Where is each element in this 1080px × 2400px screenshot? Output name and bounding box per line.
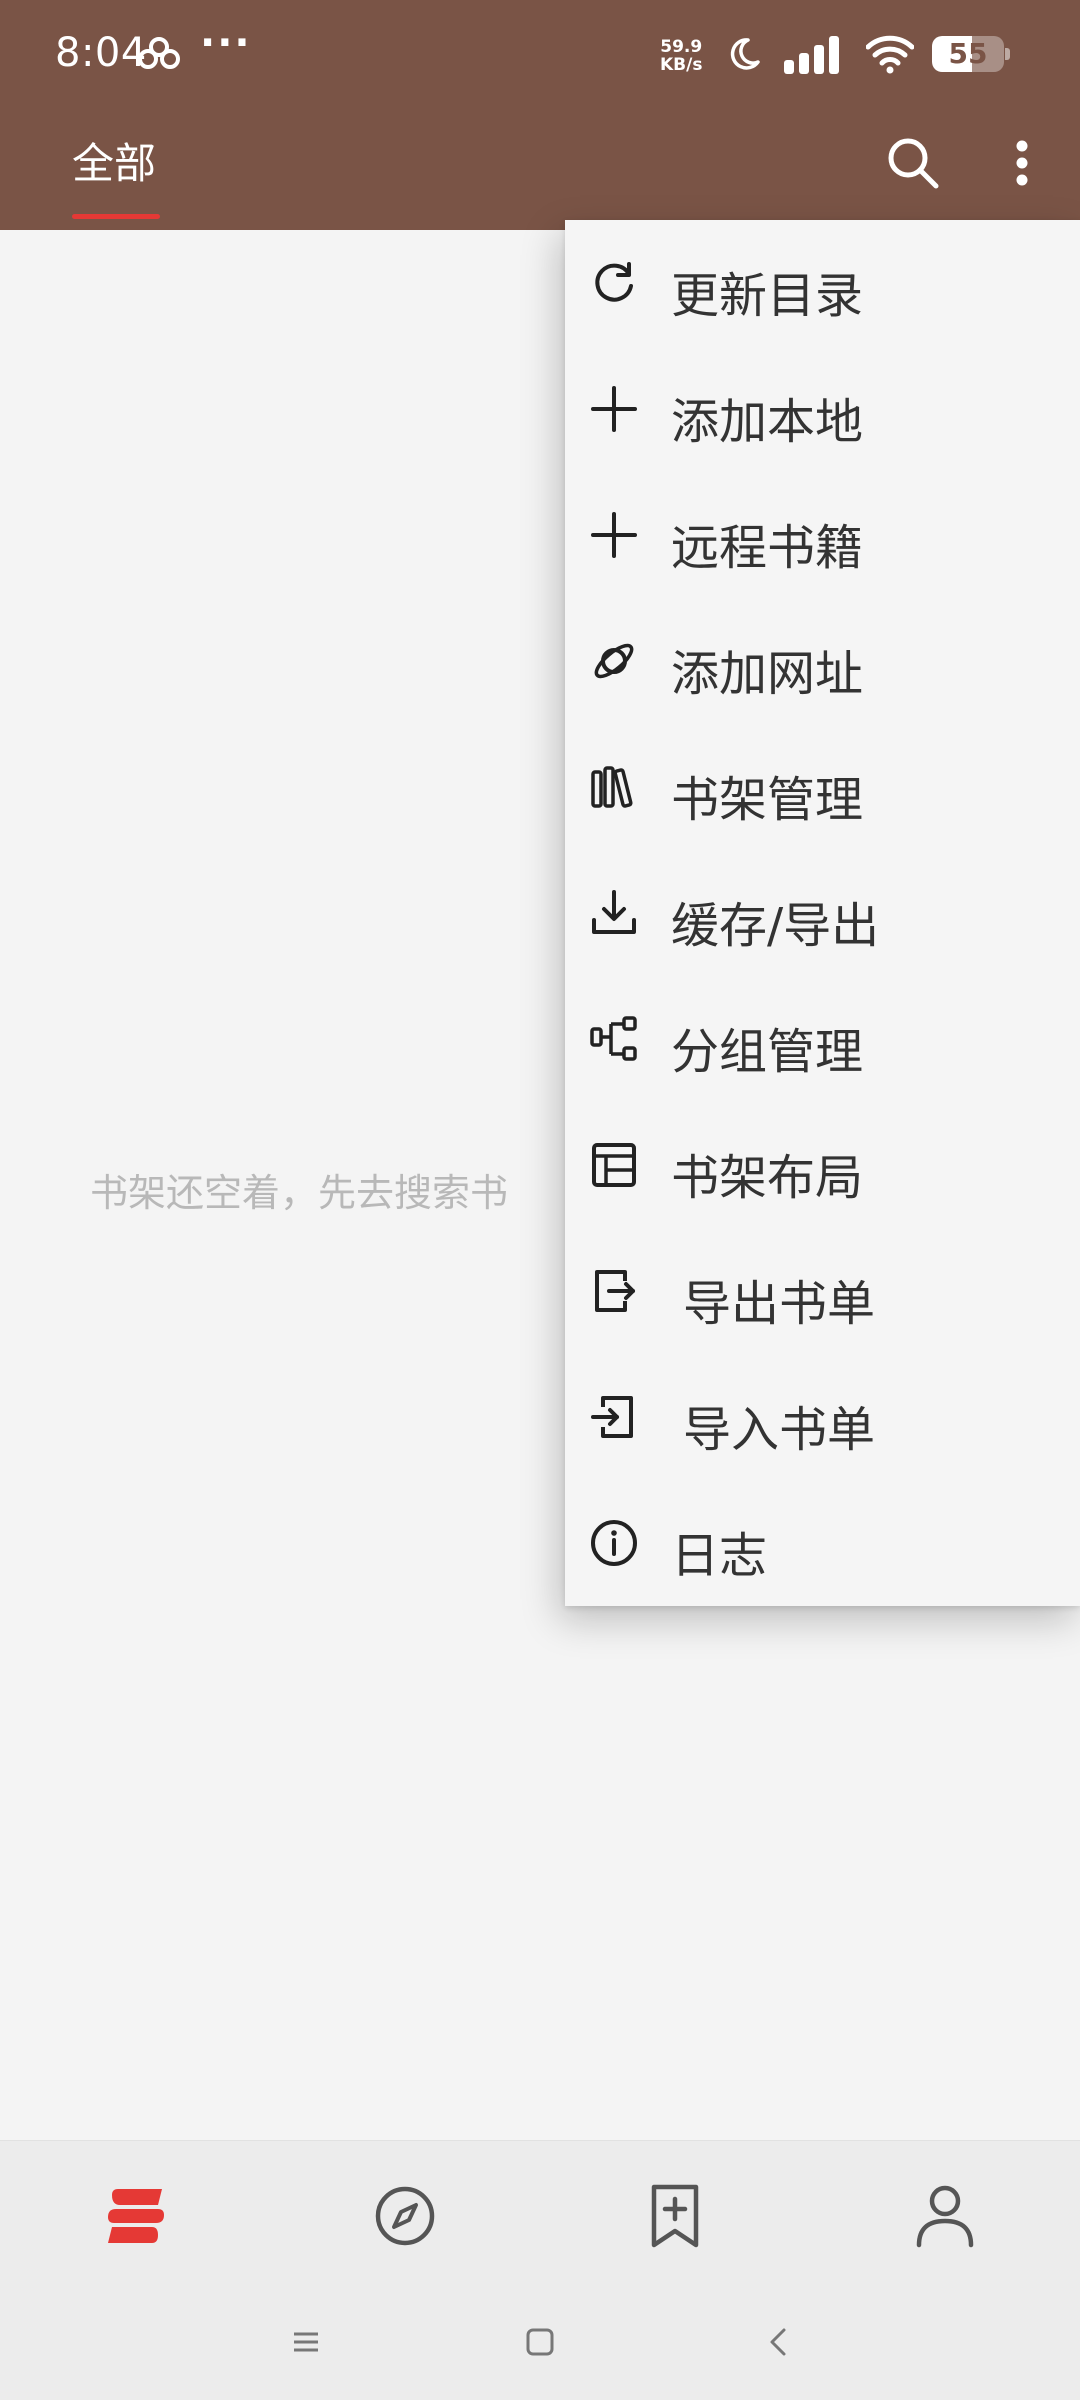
- status-time: 8:04: [55, 30, 147, 76]
- tab-all[interactable]: 全部: [72, 130, 156, 191]
- search-icon[interactable]: [880, 130, 946, 196]
- import-icon: [591, 1396, 633, 1438]
- menu-item-log[interactable]: 日志: [565, 1480, 1080, 1606]
- compass-icon[interactable]: [370, 2181, 440, 2251]
- export-icon: [595, 1270, 635, 1312]
- net-speed-value: 59.9: [660, 37, 703, 57]
- refresh-icon: [595, 262, 633, 302]
- system-navigation-bar: [0, 2280, 1080, 2400]
- plus-icon: [591, 512, 637, 558]
- signal-icon: [784, 36, 839, 74]
- person-icon[interactable]: [910, 2181, 980, 2251]
- group-tree-icon: [590, 1016, 637, 1061]
- menu-label: 书架布局: [671, 1150, 864, 1206]
- bottom-navigation: [0, 2140, 1080, 2280]
- bookshelf-icon: [591, 766, 633, 808]
- menu-item-bookshelf-manage[interactable]: 书架管理: [565, 724, 1080, 850]
- battery-cap: [1005, 48, 1010, 60]
- cloud-icon: [138, 37, 180, 69]
- menu-label: 远程书籍: [671, 520, 864, 576]
- menu-item-bookshelf-layout[interactable]: 书架布局: [565, 1102, 1080, 1228]
- moon-icon: [730, 38, 760, 70]
- layout-icon: [592, 1143, 636, 1187]
- bookmark-add-icon[interactable]: [640, 2181, 710, 2251]
- menu-item-add-local[interactable]: 添加本地: [565, 346, 1080, 472]
- menu-label: 缓存/导出: [671, 898, 880, 954]
- menu-item-remote-books[interactable]: 远程书籍: [565, 472, 1080, 598]
- back-chevron-icon[interactable]: [758, 2322, 798, 2362]
- overflow-menu: 更新目录 添加本地 远程书籍 添加网址 书架管理 缓存/导出 分组管理 书架布局…: [565, 220, 1080, 1606]
- menu-item-add-url[interactable]: 添加网址: [565, 598, 1080, 724]
- net-speed: 59.9 KB/s: [660, 38, 702, 74]
- menu-label: 添加本地: [671, 394, 864, 450]
- menu-item-cache-export[interactable]: 缓存/导出: [565, 850, 1080, 976]
- menu-label: 书架管理: [671, 772, 864, 828]
- wifi-icon: [866, 35, 914, 74]
- tab-active-indicator: [72, 214, 160, 219]
- battery-icon: 55: [932, 36, 1004, 72]
- empty-shelf-message: 书架还空着，先去搜索书: [90, 1171, 509, 1215]
- more-vert-icon[interactable]: [1000, 130, 1044, 196]
- home-square-icon[interactable]: [520, 2322, 560, 2362]
- status-more-dots: ···: [200, 20, 252, 66]
- menu-item-export-booklist[interactable]: 导出书单: [565, 1228, 1080, 1354]
- menu-label: 添加网址: [671, 646, 864, 702]
- download-icon: [592, 890, 636, 934]
- menu-lines-icon[interactable]: [286, 2322, 326, 2362]
- bookshelf-nav-icon[interactable]: [100, 2181, 170, 2251]
- net-speed-unit: KB/s: [660, 55, 703, 75]
- app-toolbar: 全部: [0, 110, 1080, 230]
- menu-label: 更新目录: [671, 268, 864, 324]
- menu-item-update-catalog[interactable]: 更新目录: [565, 220, 1080, 346]
- menu-label: 日志: [671, 1528, 768, 1584]
- menu-item-import-booklist[interactable]: 导入书单: [565, 1354, 1080, 1480]
- status-bar: 8:04 ··· 59.9 KB/s 55: [0, 0, 1080, 110]
- plus-icon: [591, 386, 637, 432]
- info-icon: [591, 1520, 637, 1566]
- menu-label: 分组管理: [671, 1024, 864, 1080]
- battery-level-text: 55: [948, 37, 988, 70]
- menu-item-group-manage[interactable]: 分组管理: [565, 976, 1080, 1102]
- menu-label: 导入书单: [683, 1402, 876, 1458]
- menu-label: 导出书单: [683, 1276, 876, 1332]
- planet-icon: [594, 643, 634, 679]
